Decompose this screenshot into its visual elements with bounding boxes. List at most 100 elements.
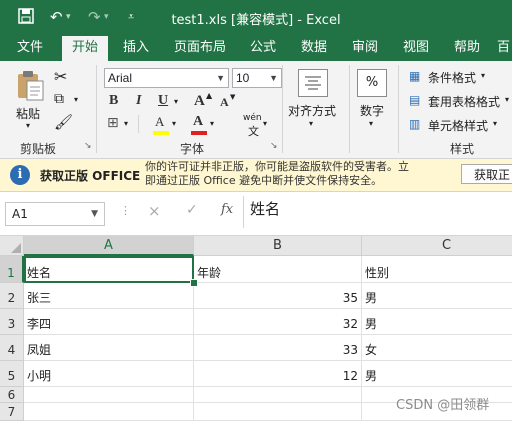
cell-a5[interactable]: 小明 [24, 361, 194, 387]
fill-color-dropdown-icon[interactable]: ▾ [172, 119, 176, 128]
column-header-c[interactable]: C [362, 236, 512, 256]
tab-page-layout[interactable]: 页面布局 [174, 34, 226, 61]
bold-button[interactable]: B [109, 93, 118, 109]
formula-input[interactable]: 姓名 [250, 198, 280, 219]
info-icon: i [10, 165, 30, 185]
grow-font-button[interactable]: A [194, 93, 205, 110]
cell-a7[interactable] [24, 403, 194, 421]
column-header-a[interactable]: A [24, 236, 194, 256]
phonetic-guide-icon[interactable]: wén [243, 113, 262, 123]
cell-b2[interactable]: 35 [194, 283, 362, 309]
select-all-corner[interactable] [0, 236, 24, 256]
divider [282, 65, 283, 153]
conditional-formatting-label: 条件格式 [428, 71, 477, 85]
divider [138, 115, 139, 133]
row-header[interactable]: 1 [0, 256, 24, 283]
alignment-dropdown-icon[interactable]: ▾ [309, 119, 313, 128]
cell-b7[interactable] [194, 403, 362, 421]
chevron-down-icon: ▾ [493, 119, 498, 128]
font-name-select[interactable]: Arial ▼ [104, 68, 229, 88]
ribbon-tabs: 文件 开始 插入 页面布局 公式 数据 审阅 视图 帮助 百 [0, 34, 512, 61]
borders-dropdown-icon[interactable]: ▾ [124, 119, 128, 128]
tab-formulas[interactable]: 公式 [250, 34, 276, 61]
cell-b3[interactable]: 32 [194, 309, 362, 335]
row-header[interactable]: 6 [0, 387, 24, 403]
license-warning-bar: i 获取正版 OFFICE 你的许可证并非正版，你可能是盗版软件的受害者。立 即… [0, 159, 512, 192]
number-dropdown-icon[interactable]: ▾ [369, 119, 373, 128]
cell-b5[interactable]: 12 [194, 361, 362, 387]
row-header[interactable]: 4 [0, 335, 24, 361]
row-header[interactable]: 7 [0, 403, 24, 421]
cell-b6[interactable] [194, 387, 362, 403]
tab-help[interactable]: 帮助 [454, 34, 480, 61]
cell-a2[interactable]: 张三 [24, 283, 194, 309]
cell-c3[interactable]: 男 [362, 309, 512, 335]
cut-icon[interactable]: ✂ [54, 67, 67, 86]
tab-home[interactable]: 开始 [62, 36, 109, 61]
copy-icon[interactable]: ⧉ [54, 91, 64, 107]
percent-icon: % [365, 75, 379, 90]
column-header-b[interactable]: B [194, 236, 362, 256]
clipboard-group-label: 剪贴板 [20, 142, 57, 156]
shrink-font-arrow-icon: ▼ [230, 93, 236, 101]
borders-icon[interactable]: ⊞ [107, 115, 119, 131]
tab-review[interactable]: 审阅 [352, 34, 378, 61]
cell-a6[interactable] [24, 387, 194, 403]
chevron-down-icon: ▼ [269, 73, 278, 83]
tab-view[interactable]: 视图 [403, 34, 429, 61]
row-header[interactable]: 2 [0, 283, 24, 309]
align-icon [305, 76, 321, 90]
font-color-dropdown-icon[interactable]: ▾ [210, 119, 214, 128]
cell-a4[interactable]: 凤姐 [24, 335, 194, 361]
cell-c1[interactable]: 性别 [362, 256, 512, 283]
get-genuine-button[interactable]: 获取正 [461, 164, 512, 184]
font-color-icon: A [193, 114, 204, 129]
insert-function-icon[interactable]: fx [221, 202, 233, 217]
paste-label: 粘贴 [16, 107, 41, 121]
copy-dropdown-icon[interactable]: ▾ [74, 95, 78, 104]
title-bar: ↶ ▾ ↷ ▾ ⩡ test1.xls [兼容模式] - Excel [0, 0, 512, 34]
tab-overflow[interactable]: 百 [497, 34, 510, 61]
cell-styles-icon: ▥ [409, 117, 421, 131]
conditional-formatting-icon: ▦ [409, 69, 421, 83]
enter-icon[interactable]: ✓ [186, 202, 198, 218]
styles-group-label: 样式 [450, 142, 475, 156]
select-all-icon [11, 243, 21, 253]
cell-a3[interactable]: 李四 [24, 309, 194, 335]
tab-data[interactable]: 数据 [301, 34, 327, 61]
paste-button[interactable]: 粘贴 ▾ [14, 69, 46, 130]
tab-file[interactable]: 文件 [17, 34, 43, 61]
fill-handle[interactable] [190, 279, 198, 287]
warning-message: 你的许可证并非正版，你可能是盗版软件的受害者。立 即通过正版 Office 避免… [145, 160, 409, 188]
cell-c2[interactable]: 男 [362, 283, 512, 309]
name-box[interactable]: A1 ▼ [5, 202, 105, 226]
number-format-button[interactable]: % [357, 69, 387, 97]
cell-b4[interactable]: 33 [194, 335, 362, 361]
font-size-value: 10 [236, 71, 250, 85]
row-header[interactable]: 3 [0, 309, 24, 335]
watermark: CSDN @田领群 [396, 398, 490, 413]
fill-color-swatch [153, 131, 169, 135]
phonetic-dropdown-icon[interactable]: ▾ [263, 119, 267, 128]
paste-icon [18, 71, 44, 101]
format-painter-icon[interactable]: 🖌 [54, 113, 73, 131]
underline-button[interactable]: U [158, 93, 168, 109]
row-header[interactable]: 5 [0, 361, 24, 387]
ribbon: 粘贴 ▾ ✂ ⧉ ▾ 🖌 剪贴板 ↘ Arial ▼ 10 ▼ B I U ▾ … [0, 61, 512, 159]
alignment-button[interactable] [298, 69, 328, 97]
font-launcher-icon[interactable]: ↘ [270, 141, 278, 151]
font-size-select[interactable]: 10 ▼ [232, 68, 282, 88]
italic-button[interactable]: I [136, 93, 141, 109]
cell-b1[interactable]: 年龄 [194, 256, 362, 283]
cell-c5[interactable]: 男 [362, 361, 512, 387]
format-as-table-label: 套用表格格式 [428, 95, 501, 109]
formula-bar-grip-icon: ⋮ [120, 204, 131, 217]
shrink-font-button[interactable]: A [220, 95, 229, 110]
tab-insert[interactable]: 插入 [123, 34, 149, 61]
cell-c4[interactable]: 女 [362, 335, 512, 361]
cancel-icon[interactable]: × [148, 202, 161, 220]
clipboard-launcher-icon[interactable]: ↘ [84, 141, 92, 151]
underline-dropdown-icon[interactable]: ▾ [174, 97, 178, 106]
warning-message-line1: 你的许可证并非正版，你可能是盗版软件的受害者。立 [145, 160, 409, 173]
number-label: 数字 [360, 104, 385, 118]
